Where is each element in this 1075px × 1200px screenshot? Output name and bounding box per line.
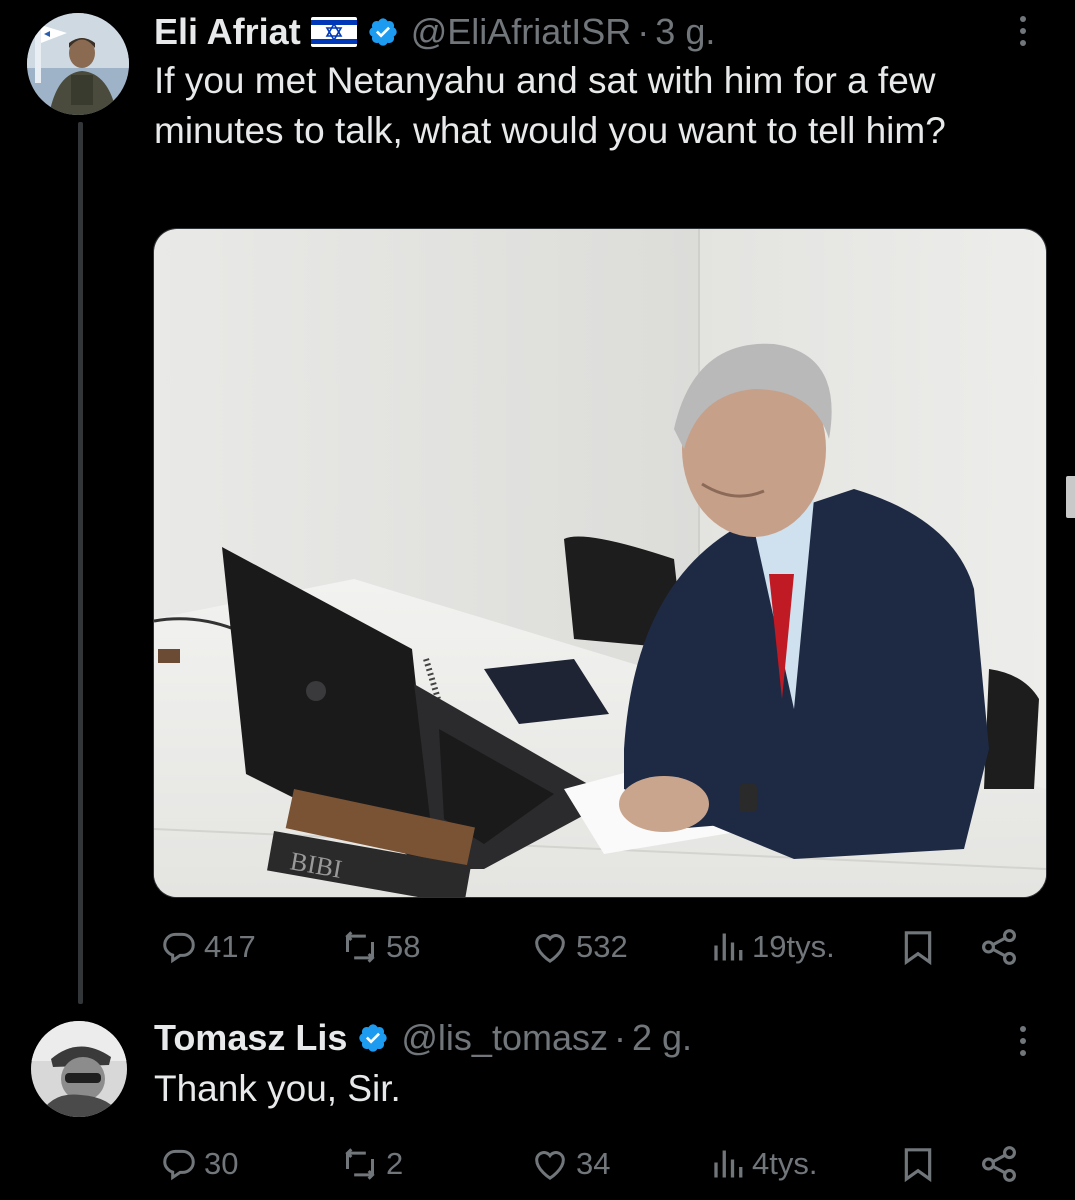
more-vertical-icon[interactable]: [1020, 1026, 1028, 1056]
views-count: 4tys.: [752, 1146, 818, 1181]
separator-dot: ·: [637, 11, 650, 52]
separator-dot: ·: [614, 1017, 626, 1058]
like-count: 532: [576, 929, 628, 964]
views-button[interactable]: 4tys.: [710, 1140, 817, 1188]
views-count: 19tys.: [752, 929, 835, 964]
repost-count: 58: [386, 929, 421, 964]
author-handle[interactable]: @EliAfriatISR: [411, 12, 632, 52]
timeline: Eli Afriat @EliAfriatISR · 3 g. If you m…: [0, 0, 1075, 1200]
repost-button[interactable]: 58: [340, 923, 420, 971]
reply-icon: [163, 932, 195, 964]
reply-button[interactable]: 417: [160, 923, 256, 971]
repost-icon: [345, 1148, 375, 1180]
scrollbar-tab[interactable]: [1066, 476, 1075, 518]
tweet-time[interactable]: 2 g.: [632, 1018, 692, 1058]
author-name[interactable]: Eli Afriat: [154, 12, 301, 52]
bookmark-button[interactable]: [898, 923, 938, 971]
tweet1-actions: 417 58 532 19tys.: [0, 923, 1075, 971]
tweet2-header: Tomasz Lis @lis_tomasz · 2 g.: [154, 1018, 692, 1058]
like-button[interactable]: 532: [530, 923, 628, 971]
tweet1-header: Eli Afriat @EliAfriatISR · 3 g.: [154, 12, 715, 52]
avatar-eli-afriat[interactable]: [27, 13, 129, 115]
reply-count: 30: [204, 1146, 239, 1181]
reply-button[interactable]: 30: [160, 1140, 238, 1188]
share-button[interactable]: [978, 1140, 1020, 1188]
tweet2-actions: 30 2 34 4tys.: [0, 1140, 1075, 1188]
more-vertical-icon[interactable]: [1020, 16, 1028, 46]
tweet-time[interactable]: 3 g.: [655, 12, 715, 52]
tweet-text: If you met Netanyahu and sat with him fo…: [154, 60, 946, 151]
share-icon: [982, 1146, 1016, 1182]
tweet-photo[interactable]: BIBI: [153, 228, 1047, 898]
repost-icon: [345, 931, 375, 963]
avatar-tomasz-lis[interactable]: [31, 1021, 127, 1117]
share-button[interactable]: [978, 923, 1020, 971]
author-name[interactable]: Tomasz Lis: [154, 1018, 347, 1058]
israel-flag-icon: [310, 17, 357, 47]
repost-button[interactable]: 2: [340, 1140, 403, 1188]
views-button[interactable]: 19tys.: [710, 923, 835, 971]
share-icon: [982, 929, 1016, 965]
like-button[interactable]: 34: [530, 1140, 610, 1188]
bookmark-button[interactable]: [898, 1140, 938, 1188]
verified-badge-icon: [369, 18, 397, 46]
tweet-text: Thank you, Sir.: [154, 1068, 401, 1109]
bookmark-icon: [904, 931, 932, 966]
verified-badge-icon: [359, 1024, 388, 1052]
author-handle[interactable]: @lis_tomasz: [401, 1018, 608, 1058]
reply-icon: [163, 1149, 195, 1181]
like-count: 34: [576, 1146, 611, 1181]
reply-count: 417: [204, 929, 256, 964]
bookmark-icon: [904, 1148, 932, 1183]
heart-icon: [535, 1151, 565, 1180]
thread-connector-line: [78, 122, 83, 1004]
views-icon: [714, 933, 743, 961]
views-icon: [714, 1150, 743, 1178]
repost-count: 2: [386, 1146, 404, 1181]
heart-icon: [535, 934, 565, 963]
